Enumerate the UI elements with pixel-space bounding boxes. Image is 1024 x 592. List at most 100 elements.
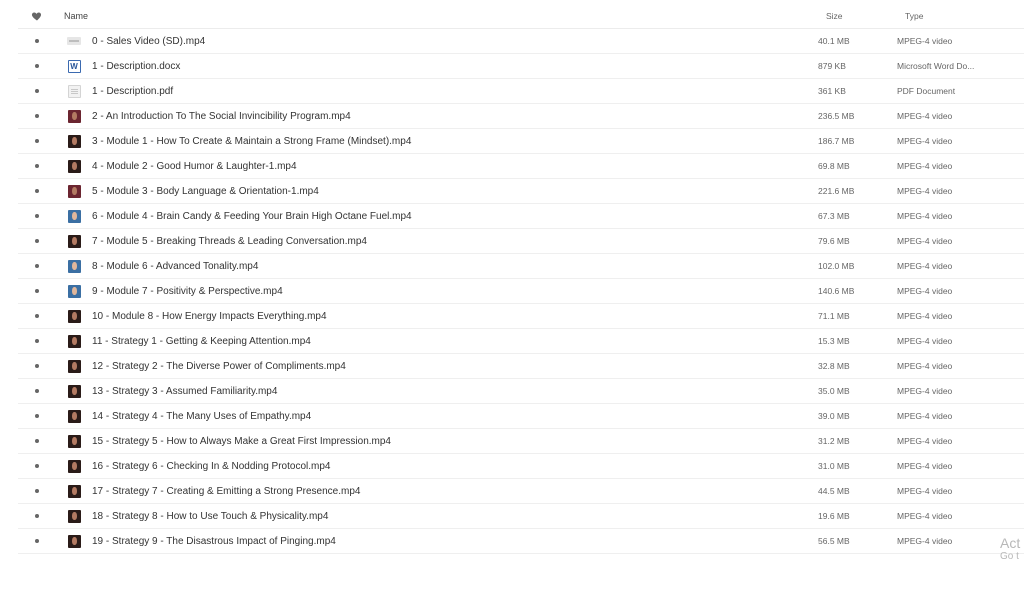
file-name[interactable]: 13 - Strategy 3 - Assumed Familiarity.mp… bbox=[92, 386, 818, 397]
bullet-icon bbox=[35, 64, 39, 68]
favorite-toggle[interactable] bbox=[18, 289, 56, 293]
favorite-toggle[interactable] bbox=[18, 439, 56, 443]
table-row[interactable]: 4 - Module 2 - Good Humor & Laughter-1.m… bbox=[18, 154, 1024, 179]
file-name[interactable]: 10 - Module 8 - How Energy Impacts Every… bbox=[92, 311, 818, 322]
file-size: 39.0 MB bbox=[818, 411, 850, 421]
file-name[interactable]: 1 - Description.docx bbox=[92, 61, 818, 72]
file-size: 35.0 MB bbox=[818, 386, 850, 396]
thumbnail-cell bbox=[56, 509, 92, 523]
file-name[interactable]: 15 - Strategy 5 - How to Always Make a G… bbox=[92, 436, 818, 447]
watermark-line-2: Go t bbox=[1000, 551, 1019, 563]
table-row[interactable]: 12 - Strategy 2 - The Diverse Power of C… bbox=[18, 354, 1024, 379]
table-row[interactable]: 6 - Module 4 - Brain Candy & Feeding You… bbox=[18, 204, 1024, 229]
file-table: Name ⌃ Size Type 0 - Sales Video (SD).mp… bbox=[18, 4, 1024, 554]
file-name[interactable]: 17 - Strategy 7 - Creating & Emitting a … bbox=[92, 486, 818, 497]
thumbnail-cell bbox=[56, 109, 92, 123]
video-thumbnail-icon bbox=[67, 509, 81, 523]
file-type: MPEG-4 video bbox=[897, 486, 953, 496]
heart-icon bbox=[31, 12, 42, 21]
favorite-toggle[interactable] bbox=[18, 464, 56, 468]
favorite-column-header[interactable] bbox=[18, 10, 56, 22]
favorite-toggle[interactable] bbox=[18, 164, 56, 168]
favorite-toggle[interactable] bbox=[18, 139, 56, 143]
file-size: 71.1 MB bbox=[818, 311, 850, 321]
favorite-toggle[interactable] bbox=[18, 389, 56, 393]
table-row[interactable]: 5 - Module 3 - Body Language & Orientati… bbox=[18, 179, 1024, 204]
file-type: MPEG-4 video bbox=[897, 161, 953, 171]
table-row[interactable]: 0 - Sales Video (SD).mp4 40.1 MB MPEG-4 vi… bbox=[18, 29, 1024, 54]
file-name[interactable]: 3 - Module 1 - How To Create & Maintain … bbox=[92, 136, 818, 147]
favorite-toggle[interactable] bbox=[18, 364, 56, 368]
favorite-toggle[interactable] bbox=[18, 239, 56, 243]
table-row[interactable]: 10 - Module 8 - How Energy Impacts Every… bbox=[18, 304, 1024, 329]
table-row[interactable]: 7 - Module 5 - Breaking Threads & Leadin… bbox=[18, 229, 1024, 254]
favorite-toggle[interactable] bbox=[18, 39, 56, 43]
file-name[interactable]: 16 - Strategy 6 - Checking In & Nodding … bbox=[92, 461, 818, 472]
bullet-icon bbox=[35, 164, 39, 168]
file-type: MPEG-4 video bbox=[897, 511, 953, 521]
file-name[interactable]: 12 - Strategy 2 - The Diverse Power of C… bbox=[92, 361, 818, 372]
table-row[interactable]: 1 - Description.pdf 361 KB PDF Document bbox=[18, 79, 1024, 104]
table-row[interactable]: 17 - Strategy 7 - Creating & Emitting a … bbox=[18, 479, 1024, 504]
favorite-toggle[interactable] bbox=[18, 189, 56, 193]
file-name[interactable]: 4 - Module 2 - Good Humor & Laughter-1.m… bbox=[92, 161, 818, 172]
file-name[interactable]: 7 - Module 5 - Breaking Threads & Leadin… bbox=[92, 236, 818, 247]
file-size: 236.5 MB bbox=[818, 111, 855, 121]
file-name[interactable]: 14 - Strategy 4 - The Many Uses of Empat… bbox=[92, 411, 818, 422]
favorite-toggle[interactable] bbox=[18, 514, 56, 518]
table-row[interactable]: 2 - An Introduction To The Social Invinc… bbox=[18, 104, 1024, 129]
file-name[interactable]: 8 - Module 6 - Advanced Tonality.mp4 bbox=[92, 261, 818, 272]
table-row[interactable]: 19 - Strategy 9 - The Disastrous Impact … bbox=[18, 529, 1024, 554]
table-row[interactable]: W 1 - Description.docx 879 KB Microsoft Wor… bbox=[18, 54, 1024, 79]
file-type: MPEG-4 video bbox=[897, 361, 953, 371]
video-thumbnail-icon bbox=[67, 534, 81, 548]
file-name[interactable]: 5 - Module 3 - Body Language & Orientati… bbox=[92, 186, 818, 197]
name-column-header[interactable]: Name ⌃ bbox=[56, 11, 826, 21]
file-name[interactable]: 6 - Module 4 - Brain Candy & Feeding You… bbox=[92, 211, 818, 222]
file-size: 44.5 MB bbox=[818, 486, 850, 496]
thumbnail-cell bbox=[56, 484, 92, 498]
favorite-toggle[interactable] bbox=[18, 489, 56, 493]
table-row[interactable]: 11 - Strategy 1 - Getting & Keeping Atte… bbox=[18, 329, 1024, 354]
file-name[interactable]: 2 - An Introduction To The Social Invinc… bbox=[92, 111, 818, 122]
file-type: MPEG-4 video bbox=[897, 386, 953, 396]
favorite-toggle[interactable] bbox=[18, 114, 56, 118]
bullet-icon bbox=[35, 389, 39, 393]
file-name[interactable]: 9 - Module 7 - Positivity & Perspective.… bbox=[92, 286, 818, 297]
file-size: 31.2 MB bbox=[818, 436, 850, 446]
file-name[interactable]: 0 - Sales Video (SD).mp4 bbox=[92, 36, 818, 47]
table-row[interactable]: 15 - Strategy 5 - How to Always Make a G… bbox=[18, 429, 1024, 454]
thumbnail-cell bbox=[56, 184, 92, 198]
table-row[interactable]: 3 - Module 1 - How To Create & Maintain … bbox=[18, 129, 1024, 154]
favorite-toggle[interactable] bbox=[18, 414, 56, 418]
favorite-toggle[interactable] bbox=[18, 539, 56, 543]
file-name[interactable]: 11 - Strategy 1 - Getting & Keeping Atte… bbox=[92, 336, 818, 347]
file-name[interactable]: 18 - Strategy 8 - How to Use Touch & Phy… bbox=[92, 511, 818, 522]
favorite-toggle[interactable] bbox=[18, 214, 56, 218]
video-thumbnail-icon bbox=[67, 359, 81, 373]
table-row[interactable]: 18 - Strategy 8 - How to Use Touch & Phy… bbox=[18, 504, 1024, 529]
favorite-toggle[interactable] bbox=[18, 264, 56, 268]
favorite-toggle[interactable] bbox=[18, 339, 56, 343]
favorite-toggle[interactable] bbox=[18, 314, 56, 318]
table-row[interactable]: 13 - Strategy 3 - Assumed Familiarity.mp… bbox=[18, 379, 1024, 404]
size-column-header[interactable]: Size bbox=[826, 11, 905, 21]
bullet-icon bbox=[35, 214, 39, 218]
table-row[interactable]: 9 - Module 7 - Positivity & Perspective.… bbox=[18, 279, 1024, 304]
favorite-toggle[interactable] bbox=[18, 64, 56, 68]
file-name[interactable]: 19 - Strategy 9 - The Disastrous Impact … bbox=[92, 536, 818, 547]
file-type: MPEG-4 video bbox=[897, 536, 953, 546]
table-row[interactable]: 16 - Strategy 6 - Checking In & Nodding … bbox=[18, 454, 1024, 479]
bullet-icon bbox=[35, 239, 39, 243]
table-header: Name ⌃ Size Type bbox=[18, 4, 1024, 29]
thumbnail-cell bbox=[56, 234, 92, 248]
file-type: MPEG-4 video bbox=[897, 286, 953, 296]
table-row[interactable]: 14 - Strategy 4 - The Many Uses of Empat… bbox=[18, 404, 1024, 429]
bullet-icon bbox=[35, 364, 39, 368]
table-row[interactable]: 8 - Module 6 - Advanced Tonality.mp4 102.… bbox=[18, 254, 1024, 279]
file-size: 32.8 MB bbox=[818, 361, 850, 371]
file-name[interactable]: 1 - Description.pdf bbox=[92, 86, 818, 97]
favorite-toggle[interactable] bbox=[18, 89, 56, 93]
video-thumbnail-icon bbox=[67, 409, 81, 423]
type-column-header[interactable]: Type bbox=[905, 11, 997, 21]
